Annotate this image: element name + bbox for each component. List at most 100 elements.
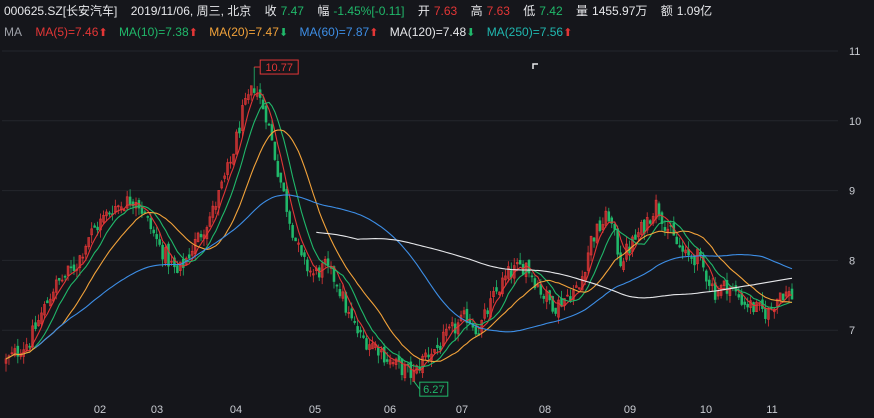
candle	[666, 220, 670, 240]
candle	[445, 323, 448, 342]
candle	[111, 205, 114, 221]
candle	[575, 281, 578, 288]
min-price-label: 6.27	[423, 384, 444, 396]
y-tick-11: 11	[849, 46, 860, 58]
candle	[577, 287, 581, 290]
candle	[117, 204, 120, 215]
candle	[368, 339, 371, 357]
candle	[60, 274, 64, 283]
candle	[607, 207, 611, 222]
candle	[291, 222, 294, 241]
candle	[483, 303, 486, 321]
candle	[90, 222, 93, 244]
candle	[749, 295, 752, 315]
candle	[267, 122, 271, 126]
candle	[87, 237, 91, 250]
candle	[164, 243, 167, 267]
candle	[442, 324, 445, 347]
candle	[279, 172, 283, 189]
candle	[241, 99, 244, 138]
candle	[326, 251, 330, 274]
candle	[530, 272, 534, 283]
candle	[323, 256, 327, 268]
candle	[4, 353, 8, 372]
candle	[462, 306, 466, 319]
candle	[510, 262, 513, 284]
candle	[790, 283, 794, 300]
candle	[424, 349, 427, 361]
candle	[155, 226, 158, 247]
x-tick-09: 09	[624, 404, 636, 416]
x-tick-02: 02	[94, 404, 106, 416]
candle	[752, 301, 755, 315]
x-tick-10: 10	[700, 404, 712, 416]
candle	[199, 230, 203, 242]
price-annotations: 10.77 6.27	[254, 59, 449, 397]
candle	[459, 310, 463, 323]
candle	[566, 289, 569, 297]
candle	[542, 293, 546, 304]
candle	[418, 359, 421, 374]
candle	[640, 219, 643, 236]
candle	[49, 293, 52, 307]
x-tick-08: 08	[539, 404, 551, 416]
candle	[507, 261, 510, 283]
candle	[167, 241, 170, 275]
candle	[238, 121, 241, 138]
candle	[725, 272, 729, 301]
candle	[669, 220, 673, 234]
candle	[394, 357, 398, 370]
candle	[586, 245, 590, 275]
candle	[764, 300, 767, 324]
candle	[693, 254, 696, 273]
candle	[719, 283, 723, 299]
candle	[229, 156, 232, 169]
candle	[660, 210, 664, 231]
candle	[335, 283, 339, 293]
candle	[710, 277, 714, 292]
candle	[300, 245, 303, 257]
candle	[421, 353, 424, 378]
crosshair-corner-icon	[532, 63, 538, 69]
candle	[312, 269, 315, 283]
candles-layer	[4, 67, 794, 385]
candle	[46, 297, 49, 304]
candle	[131, 198, 135, 215]
candle	[504, 269, 507, 285]
ma60-line	[35, 194, 793, 349]
candle	[119, 201, 123, 214]
candle	[43, 301, 46, 319]
candle	[545, 286, 549, 310]
candle	[220, 179, 223, 190]
max-price-label: 10.77	[265, 62, 293, 74]
candle	[767, 307, 770, 327]
candle	[495, 280, 498, 295]
candle	[492, 286, 495, 304]
candle	[252, 67, 256, 96]
candle	[778, 292, 782, 305]
candlestick-chart[interactable]: 7 8 9 10 11 02 03 04 05 06 07 08 09 10 11 10.77 6.27	[0, 0, 874, 418]
candle	[400, 358, 404, 381]
candle	[696, 248, 699, 271]
candle	[784, 285, 788, 299]
candle	[447, 324, 451, 331]
candle	[554, 307, 557, 317]
candle	[678, 237, 681, 249]
candle	[365, 335, 368, 351]
candle	[773, 307, 776, 319]
candle	[409, 356, 413, 385]
candle	[317, 265, 321, 282]
candle	[705, 269, 708, 290]
candle	[684, 246, 687, 257]
candle	[338, 283, 342, 299]
x-tick-07: 07	[456, 404, 468, 416]
candle	[406, 362, 410, 373]
x-tick-05: 05	[309, 404, 321, 416]
candle	[182, 253, 185, 276]
y-axis: 7 8 9 10 11	[849, 46, 861, 337]
candle	[187, 248, 191, 261]
candle	[707, 275, 711, 292]
candle	[737, 286, 741, 301]
candle	[648, 219, 652, 225]
y-tick-10: 10	[849, 116, 861, 128]
